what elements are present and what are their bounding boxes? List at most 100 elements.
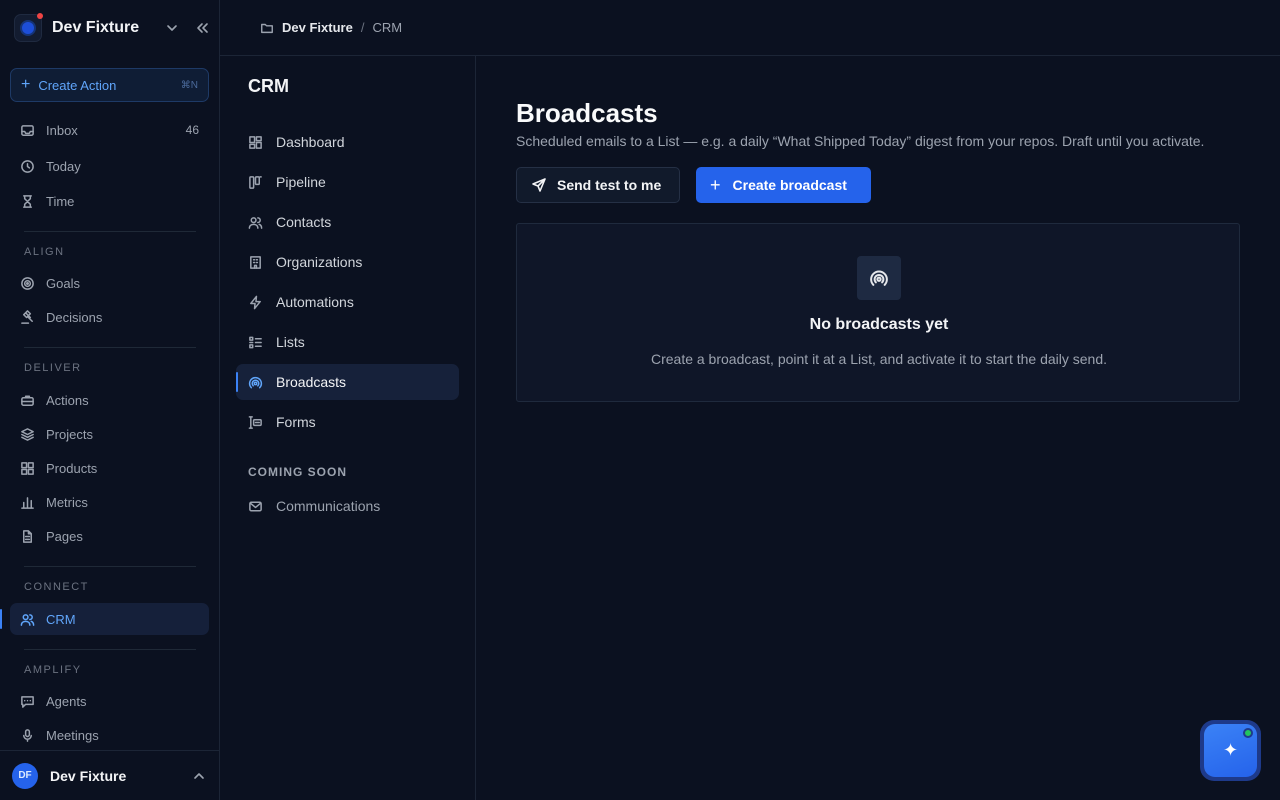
page-title: Broadcasts <box>516 98 658 128</box>
sidebar-item-label: Meetings <box>46 727 99 743</box>
create-action-label: Create Action <box>38 77 117 93</box>
section-label-deliver: DELIVER <box>24 362 82 374</box>
divider <box>24 347 196 348</box>
form-icon <box>248 415 262 429</box>
subnav-item-label: Pipeline <box>276 174 326 190</box>
sidebar-item-label: CRM <box>46 611 76 627</box>
create-broadcast-button[interactable]: + Create broadcast <box>696 167 871 203</box>
sidebar-item-goals[interactable]: Goals <box>10 267 209 299</box>
workspace-switcher[interactable]: Dev Fixture <box>14 13 210 43</box>
subnav-item-label: Forms <box>276 414 316 430</box>
target-icon <box>21 276 34 290</box>
avatar: DF <box>12 762 38 789</box>
gavel-icon <box>21 309 33 324</box>
bar-chart-icon <box>21 496 34 509</box>
subnav-item-organizations[interactable]: Organizations <box>236 244 459 280</box>
subnav-item-label: Dashboard <box>276 134 345 150</box>
subnav-item-label: Organizations <box>276 254 363 270</box>
users-icon <box>20 613 35 626</box>
sidebar-item-label: Pages <box>46 528 83 544</box>
subnav-item-pipeline[interactable]: Pipeline <box>236 164 459 200</box>
section-label-connect: CONNECT <box>24 581 89 593</box>
mail-icon <box>249 501 262 511</box>
primary-sidebar: Dev Fixture + Create Action ⌘N Inbox 46 … <box>0 0 220 800</box>
subnav-item-label: Broadcasts <box>276 374 347 390</box>
contacts-icon <box>248 216 263 229</box>
sparkle-icon: ✦ <box>1222 740 1239 760</box>
folder-icon <box>261 23 273 33</box>
section-label-amplify: AMPLIFY <box>24 664 82 676</box>
sidebar-item-label: Products <box>46 460 98 476</box>
sidebar-item-projects[interactable]: Projects <box>10 418 209 450</box>
sidebar-item-label: Goals <box>46 275 80 291</box>
subnav-title: CRM <box>248 76 289 96</box>
sidebar-item-label: Inbox <box>46 122 78 138</box>
sidebar-item-decisions[interactable]: Decisions <box>10 301 209 333</box>
inbox-icon <box>21 124 34 136</box>
send-icon <box>532 178 546 192</box>
breadcrumb-root[interactable]: Dev Fixture <box>282 20 353 35</box>
hourglass-icon <box>23 194 32 208</box>
user-menu[interactable]: DF Dev Fixture <box>0 750 219 800</box>
send-test-label: Send test to me <box>557 177 662 193</box>
breadcrumb-separator: / <box>360 20 365 35</box>
sidebar-item-label: Today <box>46 158 81 174</box>
send-test-button[interactable]: Send test to me <box>516 167 680 203</box>
grid-icon <box>21 461 34 475</box>
sidebar-item-label: Agents <box>46 693 87 709</box>
sidebar-item-crm[interactable]: CRM <box>0 603 209 635</box>
subnav-item-broadcasts[interactable]: Broadcasts <box>236 364 459 400</box>
sidebar-item-label: Actions <box>46 392 89 408</box>
empty-state: No broadcasts yet Create a broadcast, po… <box>516 223 1240 402</box>
divider <box>24 231 196 232</box>
sidebar-item-actions[interactable]: Actions <box>10 384 209 416</box>
subnav-item-automations[interactable]: Automations <box>236 284 459 320</box>
chevron-up-icon <box>191 768 207 784</box>
empty-state-description: Create a broadcast, point it at a List, … <box>650 351 1108 367</box>
workspace-logo <box>14 13 43 42</box>
chevron-down-icon[interactable] <box>164 20 180 36</box>
sidebar-item-pages[interactable]: Pages <box>10 520 209 552</box>
mic-icon <box>23 728 32 742</box>
subnav-item-lists[interactable]: Lists <box>236 324 459 360</box>
divider <box>24 649 196 650</box>
sidebar-item-today[interactable]: Today <box>10 150 209 182</box>
user-name: Dev Fixture <box>50 767 127 784</box>
subnav-item-label: Automations <box>276 294 354 310</box>
chat-icon <box>21 695 34 708</box>
sidebar-item-inbox[interactable]: Inbox 46 <box>10 114 209 146</box>
top-bar: Dev Fixture / CRM <box>220 0 1280 56</box>
list-icon <box>249 336 262 348</box>
sidebar-item-agents[interactable]: Agents <box>10 685 209 717</box>
bolt-icon <box>250 295 261 309</box>
online-status-dot <box>1243 728 1253 738</box>
sidebar-item-meetings[interactable]: Meetings <box>10 719 209 751</box>
sidebar-item-time[interactable]: Time <box>10 185 209 217</box>
shortcut-hint: ⌘N <box>180 79 198 91</box>
page-subtitle: Scheduled emails to a List — e.g. a dail… <box>516 133 1205 149</box>
pipeline-icon <box>249 175 262 189</box>
dashboard-icon <box>249 135 262 149</box>
subnav-item-contacts[interactable]: Contacts <box>236 204 459 240</box>
clock-icon <box>21 159 34 173</box>
broadcast-icon <box>857 256 901 300</box>
broadcast-icon <box>248 376 263 388</box>
workspace-name: Dev Fixture <box>52 19 140 36</box>
subnav-item-dashboard[interactable]: Dashboard <box>236 124 459 160</box>
crm-subnav: CRM Dashboard Pipeline Contacts Organiza… <box>220 56 476 800</box>
subnav-item-communications[interactable]: Communications <box>236 488 459 524</box>
subnav-item-forms[interactable]: Forms <box>236 404 459 440</box>
building-icon <box>250 255 261 269</box>
create-action-button[interactable]: + Create Action ⌘N <box>10 68 209 102</box>
sidebar-item-label: Time <box>46 193 75 209</box>
plus-icon: + <box>21 76 31 93</box>
plus-icon: + <box>710 175 721 195</box>
assistant-button[interactable]: ✦ <box>1200 720 1261 781</box>
coming-soon-label: COMING SOON <box>248 465 348 479</box>
sidebar-item-products[interactable]: Products <box>10 452 209 484</box>
collapse-sidebar-icon[interactable] <box>194 20 210 36</box>
empty-state-title: No broadcasts yet <box>809 316 949 333</box>
subnav-item-label: Contacts <box>276 214 332 230</box>
sidebar-item-metrics[interactable]: Metrics <box>10 486 209 518</box>
layers-icon <box>21 427 34 441</box>
